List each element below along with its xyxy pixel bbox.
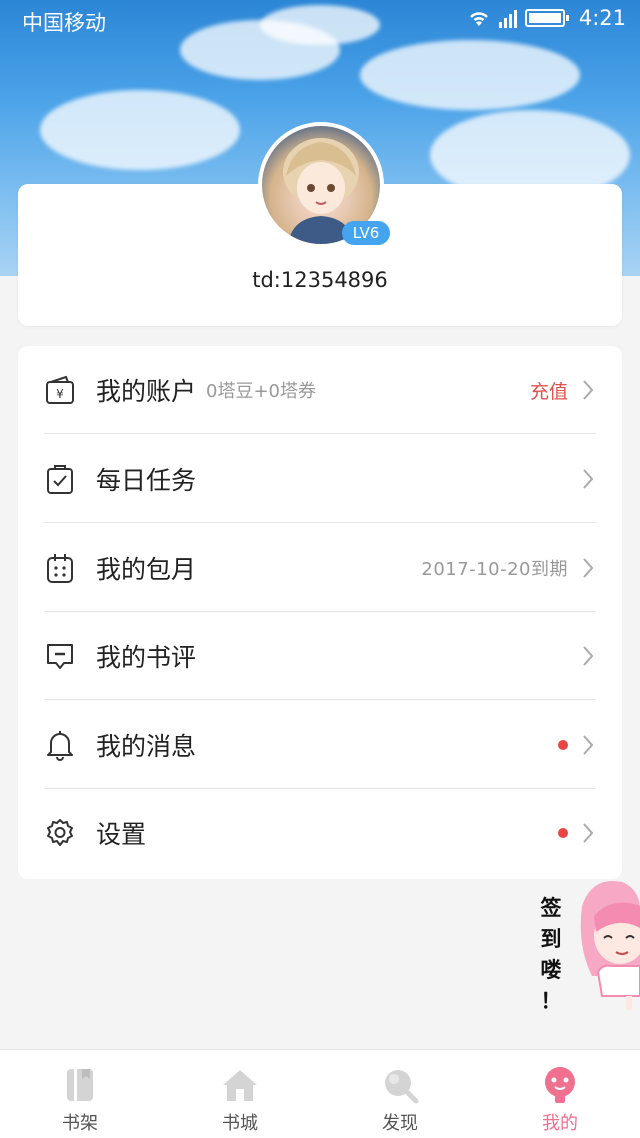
user-id: td:12354896 [252,268,388,292]
menu-item-label: 设置 [96,820,147,849]
battery-icon [524,9,569,27]
menu-item-messages[interactable]: 我的消息 [44,701,596,789]
balance-text: 0塔豆+0塔券 [206,381,317,402]
expiry-date: 2017-10-20到期 [421,559,568,580]
recharge-link[interactable]: 充值 [530,377,568,404]
level-badge: LV6 [342,221,390,245]
menu-item-reviews[interactable]: 我的书评 [44,612,596,700]
tab-label: 我的 [542,1113,578,1134]
search-icon [385,1070,419,1104]
wallet-icon: ¥ [44,374,76,406]
svg-text:¥: ¥ [56,387,64,401]
menu-item-label: 我的消息 [96,732,197,761]
menu-item-daily-tasks[interactable]: 每日任务 [44,435,596,523]
tab-discover[interactable]: 发现 [320,1050,480,1138]
gear-icon [44,817,76,849]
chevron-right-icon [583,735,594,755]
tab-bookstore[interactable]: 书城 [160,1050,320,1138]
menu-item-label: 每日任务 [96,466,197,495]
task-clipboard-icon [44,463,76,495]
wifi-icon [469,12,488,26]
chevron-right-icon [583,646,594,666]
comment-icon [44,640,76,672]
tab-mine[interactable]: 我的 [480,1050,640,1138]
menu-item-settings[interactable]: 设置 [44,789,596,877]
unread-dot [558,828,568,838]
chevron-right-icon [583,380,594,400]
tab-label: 书城 [222,1113,258,1134]
chevron-right-icon [583,558,594,578]
clock: 4:21 [578,6,626,30]
menu-item-account[interactable]: ¥ 我的账户 0塔豆+0塔券 充值 [44,346,596,434]
bell-icon [44,729,76,761]
bottom-tab-bar: 书架 书城 发现 我的 [0,1049,640,1138]
menu-card: ¥ 我的账户 0塔豆+0塔券 充值 每日任务 我的包月 2017-10-20到期… [18,346,622,879]
menu-item-monthly[interactable]: 我的包月 2017-10-20到期 [44,524,596,612]
tab-label: 书架 [62,1113,98,1134]
signal-icon [498,10,517,28]
status-bar: 中国移动 4:21 [0,0,640,40]
calendar-icon [44,552,76,584]
menu-item-label: 我的账户 [96,377,197,406]
chevron-right-icon [583,469,594,489]
home-icon [223,1070,257,1101]
menu-item-label: 我的书评 [96,643,197,672]
tab-label: 发现 [382,1113,418,1134]
menu-item-label: 我的包月 [96,555,197,584]
profile-icon [545,1067,575,1103]
checkin-text[interactable]: 签 到 喽 ！ [538,893,564,1017]
chevron-right-icon [583,823,594,843]
carrier-label: 中国移动 [22,11,106,35]
bookshelf-icon [67,1069,93,1101]
tab-bookshelf[interactable]: 书架 [0,1050,160,1138]
unread-dot [558,740,568,750]
